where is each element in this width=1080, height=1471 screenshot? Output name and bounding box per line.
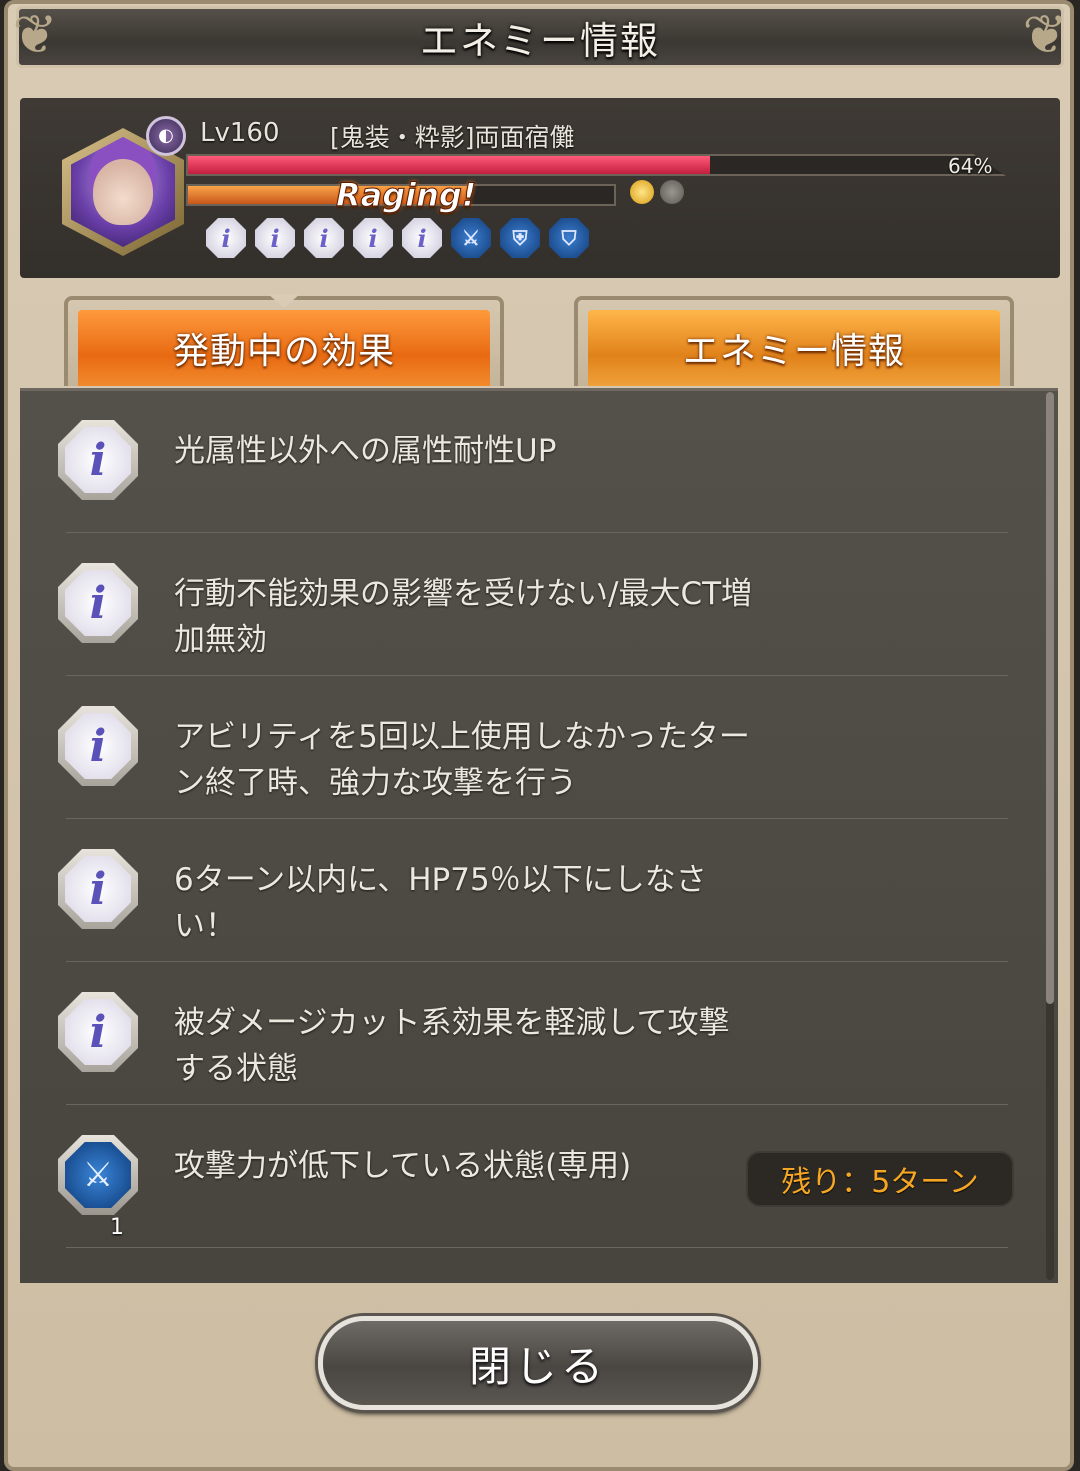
- attack-down-icon[interactable]: ⚔: [451, 218, 491, 258]
- tab-active-effects[interactable]: 発動中の効果: [64, 296, 504, 386]
- defense-down-icon[interactable]: ⛨: [500, 218, 540, 258]
- scrollbar-thumb[interactable]: [1046, 392, 1054, 1004]
- title-bar: エネミー情報: [16, 6, 1064, 68]
- ornament-corner-icon: ❦: [1022, 3, 1068, 66]
- raging-label: Raging!: [335, 176, 477, 215]
- enemy-face-icon: [93, 159, 153, 225]
- effect-item[interactable]: i 6ターン以内に、HP75％以下にしなさい！: [20, 819, 1020, 962]
- effect-item[interactable]: i 行動不能効果の影響を受けない/最大CT増加無効: [20, 533, 1020, 676]
- divider: [66, 1247, 1008, 1248]
- effect-text: 光属性以外への属性耐性UP: [174, 433, 557, 469]
- tab-enemy-info-label: エネミー情報: [682, 331, 905, 372]
- window-title: エネミー情報: [419, 18, 660, 63]
- enemy-level: Lv160: [200, 118, 280, 148]
- info-icon: i: [58, 563, 138, 643]
- effect-item[interactable]: i 光属性以外への属性耐性UP: [20, 390, 1020, 533]
- attack-down-icon: ⚔: [58, 1135, 138, 1215]
- effect-text: 被ダメージカット系効果を軽減して攻撃する状態: [174, 1005, 730, 1087]
- info-icon: i: [58, 849, 138, 929]
- effect-text: 行動不能効果の影響を受けない/最大CT増加無効: [174, 576, 753, 658]
- close-button[interactable]: 閉じる: [318, 1316, 758, 1410]
- stack-count: 1: [110, 1215, 124, 1240]
- info-icon: i: [58, 992, 138, 1072]
- tab-selected-caret-icon: [268, 294, 300, 308]
- info-icon: i: [58, 706, 138, 786]
- hp-bar-fill: [188, 156, 711, 174]
- effect-item[interactable]: ⚔ 1 攻撃力が低下している状態(専用) 残り：5ターン: [20, 1105, 1020, 1248]
- tab-active-effects-label: 発動中の効果: [172, 331, 395, 372]
- tab-enemy-info[interactable]: エネミー情報: [574, 296, 1014, 386]
- close-button-label: 閉じる: [468, 1341, 607, 1391]
- effect-item[interactable]: i アビリティを5回以上使用しなかったターン終了時、強力な攻撃を行う: [20, 676, 1020, 819]
- info-icon[interactable]: i: [304, 218, 344, 258]
- remaining-turns-badge: 残り：5ターン: [746, 1151, 1014, 1207]
- info-icon: i: [58, 420, 138, 500]
- shield-down-icon[interactable]: ⛉: [549, 218, 589, 258]
- charge-orb-filled-icon: [630, 180, 654, 204]
- effect-text: 攻撃力が低下している状態(専用): [174, 1148, 632, 1184]
- effect-item[interactable]: i 被ダメージカット系効果を軽減して攻撃する状態: [20, 962, 1020, 1105]
- info-icon[interactable]: i: [353, 218, 393, 258]
- hp-percent: 64%: [948, 154, 993, 178]
- effect-text: 6ターン以内に、HP75％以下にしなさい！: [174, 862, 707, 944]
- enemy-name: [鬼装・粋影]両面宿儺: [330, 123, 575, 152]
- status-icon-row: i i i i i ⚔ ⛨ ⛉: [206, 218, 589, 258]
- info-icon[interactable]: i: [206, 218, 246, 258]
- info-icon[interactable]: i: [402, 218, 442, 258]
- info-icon[interactable]: i: [255, 218, 295, 258]
- hp-bar: [186, 154, 1006, 176]
- dark-element-icon: ◐: [146, 116, 186, 156]
- charge-orb-empty-icon: [660, 180, 684, 204]
- effect-text: アビリティを5回以上使用しなかったターン終了時、強力な攻撃を行う: [174, 719, 750, 801]
- ornament-corner-icon: ❦: [12, 3, 58, 66]
